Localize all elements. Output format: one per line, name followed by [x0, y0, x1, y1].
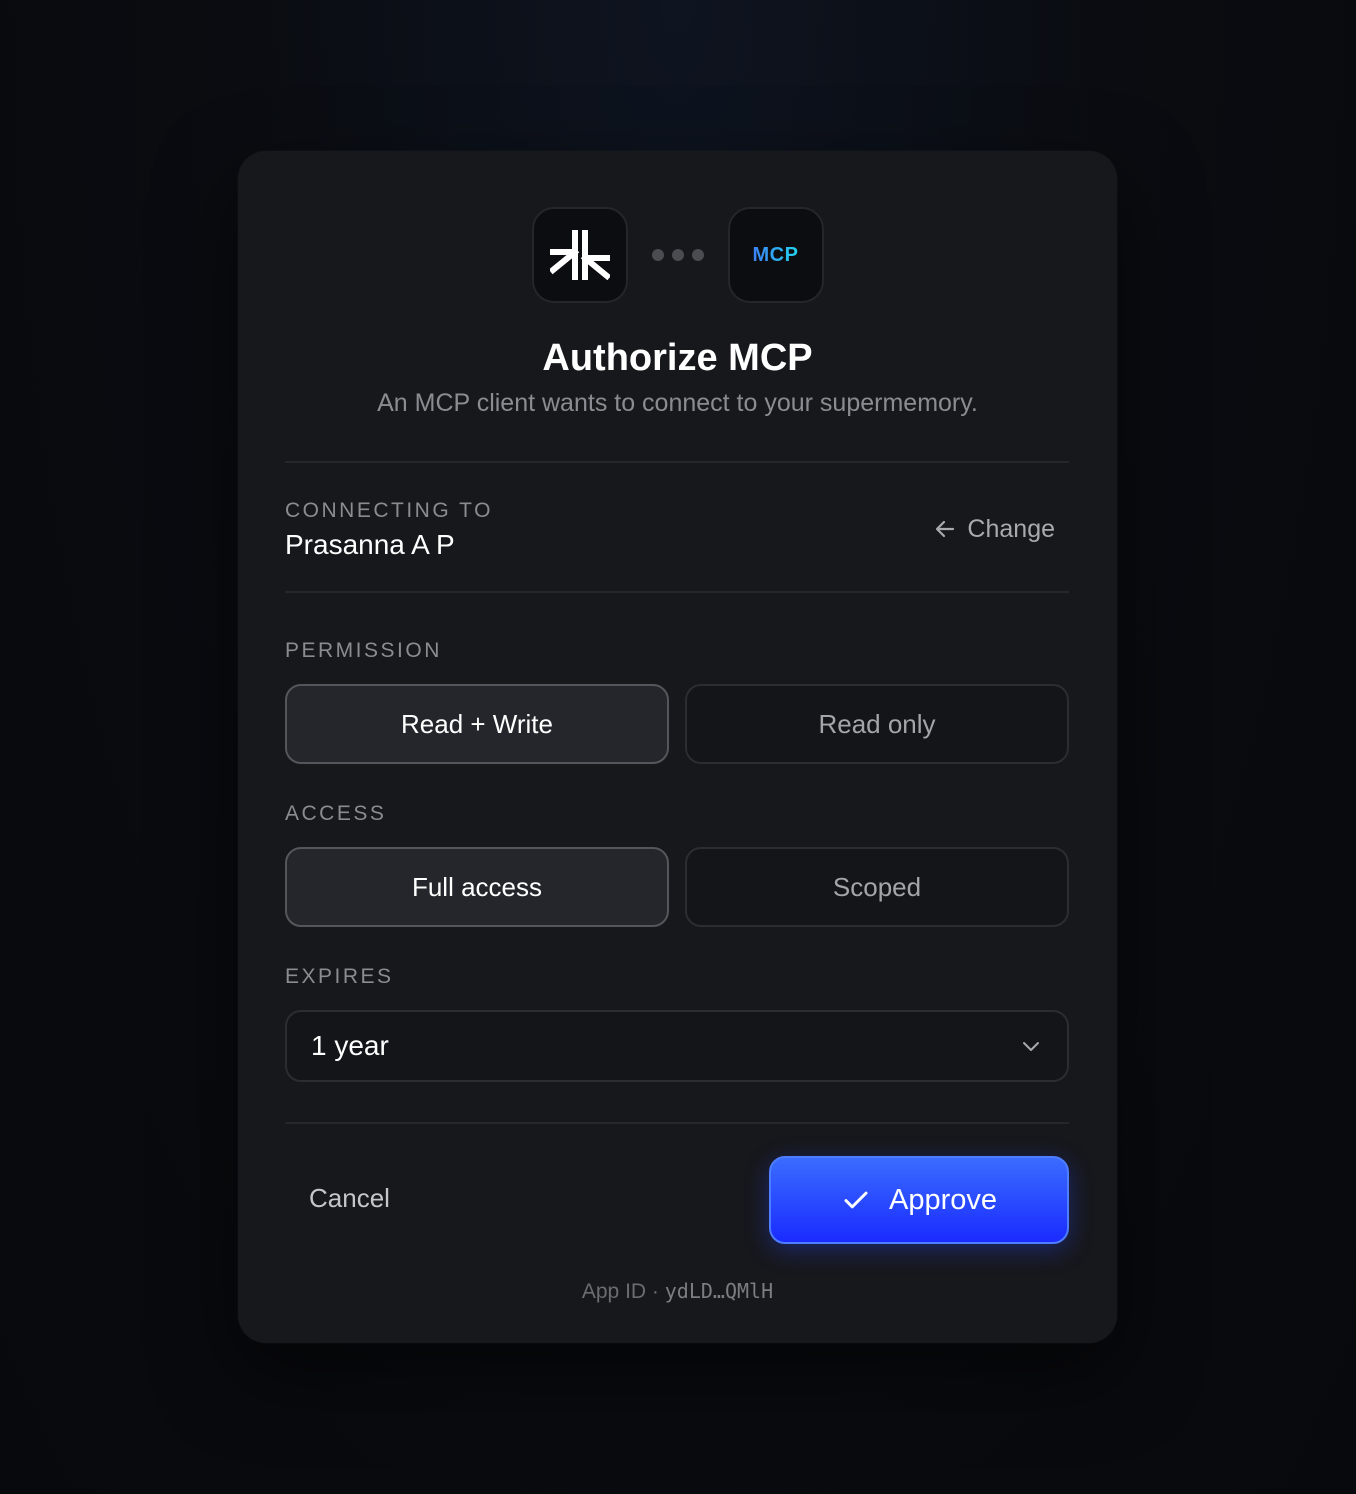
dot	[671, 249, 684, 261]
supermemory-logo-icon	[549, 230, 610, 280]
expires-select[interactable]: 1 year	[285, 1010, 1069, 1082]
cancel-button[interactable]: Cancel	[309, 1183, 390, 1214]
access-full-button[interactable]: Full access	[285, 847, 669, 927]
approve-button[interactable]: Approve	[769, 1156, 1069, 1244]
approve-label: Approve	[888, 1183, 997, 1216]
access-label: ACCESS	[285, 802, 387, 825]
page-subtitle: An MCP client wants to connect to your s…	[377, 389, 978, 417]
change-label: Change	[967, 514, 1055, 543]
authorize-dialog: MCP Authorize MCP An MCP client wants to…	[238, 151, 1117, 1343]
permission-read-only-button[interactable]: Read only	[685, 684, 1069, 764]
connecting-to-label: CONNECTING TO	[285, 499, 493, 522]
check-icon	[844, 1191, 868, 1209]
account-name: Prasanna A P	[285, 529, 455, 560]
permission-label: PERMISSION	[285, 639, 442, 662]
supermemory-logo	[531, 207, 628, 303]
connection-dots	[651, 249, 704, 261]
mcp-logo: MCP	[727, 207, 824, 303]
dot	[651, 249, 664, 261]
change-account-button[interactable]: Change	[933, 511, 1055, 547]
arrow-left-icon	[936, 520, 955, 538]
access-scoped-button[interactable]: Scoped	[685, 847, 1069, 927]
permission-read-write-button[interactable]: Read + Write	[285, 684, 669, 764]
app-id-prefix: App ID ·	[581, 1280, 665, 1303]
dot	[691, 249, 704, 261]
mcp-logo-text: MCP	[752, 243, 799, 266]
divider	[285, 1122, 1069, 1124]
expires-label: EXPIRES	[285, 965, 394, 988]
logo-row: MCP	[238, 207, 1117, 303]
app-id: App ID · ydLD…QMlH	[238, 1279, 1117, 1304]
expires-value: 1 year	[311, 1030, 389, 1061]
divider	[285, 591, 1069, 593]
app-id-value: ydLD…QMlH	[664, 1279, 774, 1303]
chevron-down-icon	[1019, 1034, 1043, 1058]
page-title: Authorize MCP	[542, 337, 813, 379]
divider	[285, 461, 1069, 463]
